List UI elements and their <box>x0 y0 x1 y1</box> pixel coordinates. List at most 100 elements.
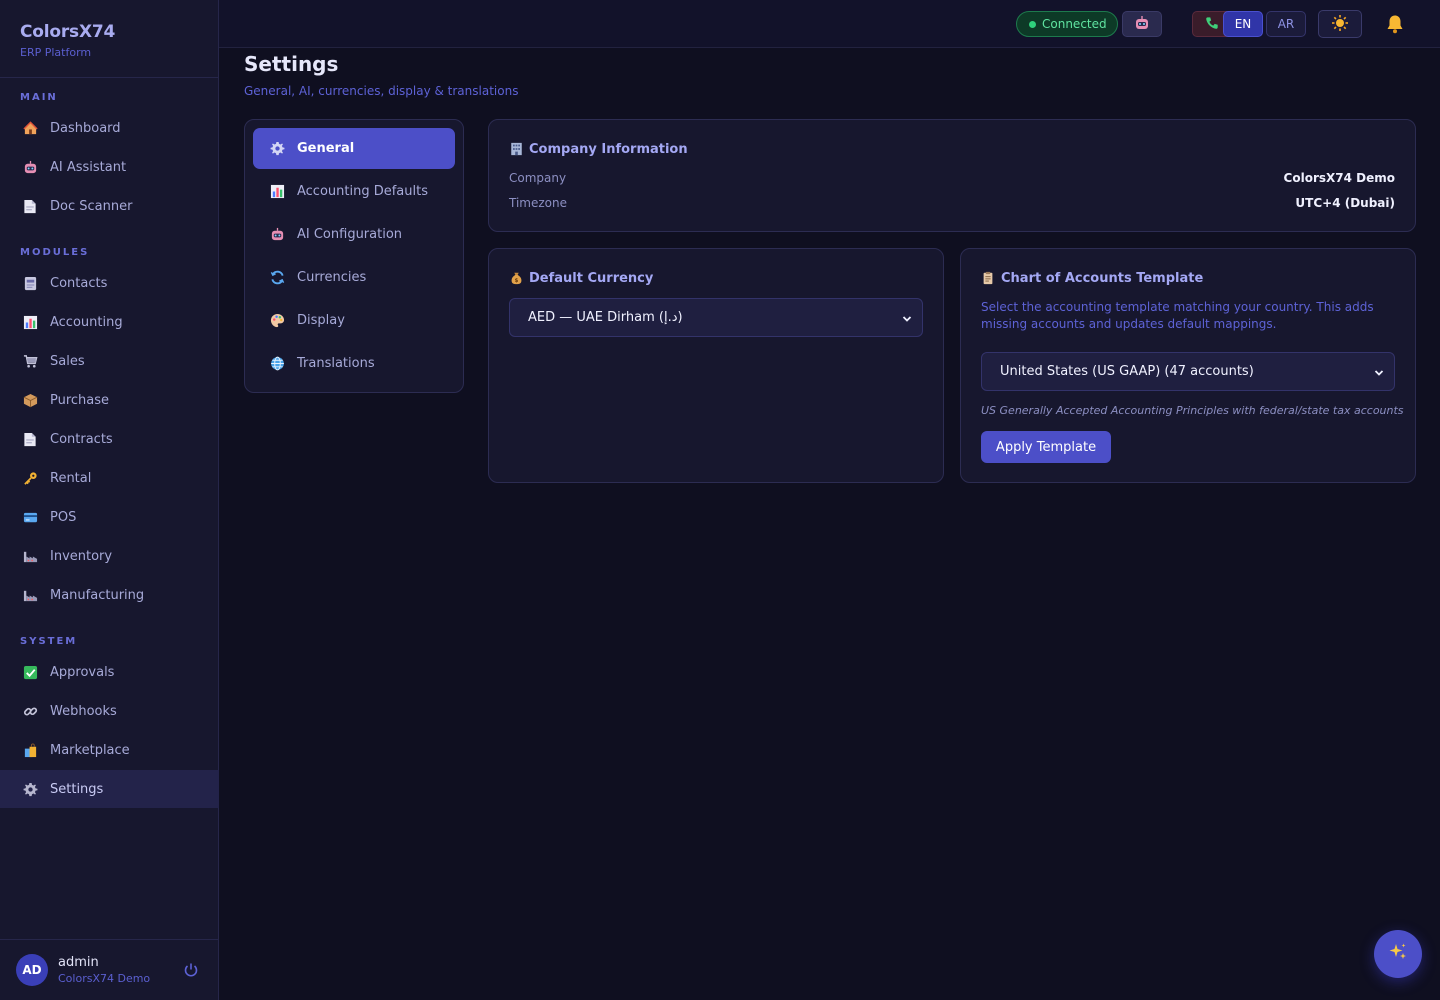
phone-icon <box>1205 16 1219 33</box>
card-title: Chart of Accounts Template <box>981 270 1203 286</box>
default-currency-title: Default Currency <box>529 270 654 286</box>
bar-chart-icon <box>269 184 285 200</box>
palette-icon <box>269 313 285 329</box>
sidebar-item-pos[interactable]: POS <box>0 498 219 536</box>
robot-icon <box>22 159 38 175</box>
sidebar-item-label: Webhooks <box>50 703 117 719</box>
house-icon <box>22 120 38 136</box>
factory-icon <box>22 587 38 603</box>
sidebar-item-purchase[interactable]: Purchase <box>0 381 219 419</box>
sidebar-item-accounting[interactable]: Accounting <box>0 303 219 341</box>
bar-chart-icon <box>22 314 38 330</box>
tab-label: General <box>297 141 355 156</box>
sidebar-item-sales[interactable]: Sales <box>0 342 219 380</box>
sidebar-item-label: Inventory <box>50 548 113 564</box>
coa-selected-value: United States (US GAAP) (47 accounts) <box>1000 364 1254 379</box>
sidebar-item-manufacturing[interactable]: Manufacturing <box>0 576 219 614</box>
user-company: ColorsX74 Demo <box>58 972 151 985</box>
tab-ai-configuration[interactable]: AI Configuration <box>253 214 455 255</box>
user-info: admin ColorsX74 Demo <box>58 955 150 985</box>
theme-toggle-button[interactable] <box>1318 10 1362 38</box>
sidebar-item-ai-assistant[interactable]: AI Assistant <box>0 148 219 186</box>
currency-selected-value: AED — UAE Dirham (د.إ) <box>528 310 683 325</box>
sidebar-item-label: Manufacturing <box>50 587 145 603</box>
card-title: Company Information <box>509 141 688 157</box>
ai-sparkle-button[interactable] <box>1374 930 1422 978</box>
sidebar-item-contracts[interactable]: Contracts <box>0 420 219 458</box>
timezone-value: UTC+4 (Dubai) <box>1295 196 1395 210</box>
sidebar-item-label: POS <box>50 509 77 525</box>
sidebar-item-doc-scanner[interactable]: Doc Scanner <box>0 187 219 225</box>
gear-icon <box>22 781 38 797</box>
coa-description: Select the accounting template matching … <box>981 300 1374 331</box>
factory-icon <box>22 548 38 564</box>
brand[interactable]: ColorsX74 ERP Platform <box>0 0 218 78</box>
language-en-button[interactable]: EN <box>1223 11 1263 37</box>
sidebar-item-settings[interactable]: Settings <box>0 770 219 808</box>
tab-translations[interactable]: Translations <box>253 343 455 384</box>
apply-template-button[interactable]: Apply Template <box>981 431 1111 463</box>
ai-assistant-button[interactable] <box>1122 11 1162 37</box>
document-icon <box>22 431 38 447</box>
section-label-main: MAIN <box>20 92 58 103</box>
tab-display[interactable]: Display <box>253 300 455 341</box>
sidebar-item-label: Dashboard <box>50 120 121 136</box>
sidebar-item-label: Contacts <box>50 275 108 291</box>
link-icon <box>22 703 38 719</box>
top-bar: Connected EN AR <box>219 0 1440 48</box>
sidebar-item-label: Approvals <box>50 664 115 680</box>
tab-label: Currencies <box>297 270 367 285</box>
sun-icon <box>1331 14 1349 35</box>
chevron-down-icon <box>902 313 912 323</box>
gear-icon <box>269 141 285 157</box>
notification-bell-icon[interactable] <box>1384 13 1406 35</box>
company-label: Company <box>509 171 567 185</box>
tab-label: Display <box>297 313 345 328</box>
section-label-system: SYSTEM <box>20 636 78 647</box>
sparkle-icon <box>1387 941 1409 968</box>
contacts-icon <box>22 275 38 291</box>
tab-accounting-defaults[interactable]: Accounting Defaults <box>253 171 455 212</box>
user-profile[interactable]: AD admin ColorsX74 Demo <box>0 939 219 1000</box>
currency-select[interactable]: AED — UAE Dirham (د.إ) <box>509 298 923 337</box>
robot-icon <box>1134 15 1150 34</box>
user-name: admin <box>58 955 99 970</box>
timezone-label: Timezone <box>509 196 567 210</box>
sidebar-item-label: Doc Scanner <box>50 198 133 214</box>
tab-label: Accounting Defaults <box>297 184 428 199</box>
sidebar-item-marketplace[interactable]: Marketplace <box>0 731 219 769</box>
brand-subtitle: ERP Platform <box>20 46 92 59</box>
company-value: ColorsX74 Demo <box>1283 171 1395 185</box>
language-ar-button[interactable]: AR <box>1266 11 1306 37</box>
card-title: $ Default Currency <box>509 270 653 286</box>
coa-template-select[interactable]: United States (US GAAP) (47 accounts) <box>981 352 1395 391</box>
money-bag-icon: $ <box>509 270 523 286</box>
page-title: Settings <box>244 52 339 76</box>
sidebar-item-contacts[interactable]: Contacts <box>0 264 219 302</box>
default-currency-card: $ Default Currency AED — UAE Dirham (د.إ… <box>488 248 944 483</box>
building-icon <box>509 141 523 157</box>
tab-currencies[interactable]: Currencies <box>253 257 455 298</box>
sidebar-item-label: Purchase <box>50 392 110 408</box>
tab-label: AI Configuration <box>297 227 403 242</box>
tab-general[interactable]: General <box>253 128 455 169</box>
tab-label: Translations <box>297 356 375 371</box>
sidebar-item-label: Rental <box>50 470 92 486</box>
card-icon <box>22 509 38 525</box>
svg-text:$: $ <box>514 278 518 284</box>
sidebar-item-label: Sales <box>50 353 85 369</box>
sidebar-item-inventory[interactable]: Inventory <box>0 537 219 575</box>
connection-status-badge: Connected <box>1016 11 1118 37</box>
sidebar-item-rental[interactable]: Rental <box>0 459 219 497</box>
chart-of-accounts-card: Chart of Accounts Template Select the ac… <box>960 248 1416 483</box>
sidebar-item-approvals[interactable]: Approvals <box>0 653 219 691</box>
globe-icon <box>269 356 285 372</box>
chevron-down-icon <box>1374 367 1384 377</box>
sidebar-item-label: AI Assistant <box>50 159 127 175</box>
sidebar: ColorsX74 ERP Platform MAIN Dashboard AI… <box>0 0 219 1000</box>
sidebar-item-label: Accounting <box>50 314 123 330</box>
power-icon[interactable] <box>183 962 199 978</box>
sidebar-item-webhooks[interactable]: Webhooks <box>0 692 219 730</box>
sidebar-item-dashboard[interactable]: Dashboard <box>0 109 219 147</box>
brand-title: ColorsX74 <box>20 22 116 42</box>
